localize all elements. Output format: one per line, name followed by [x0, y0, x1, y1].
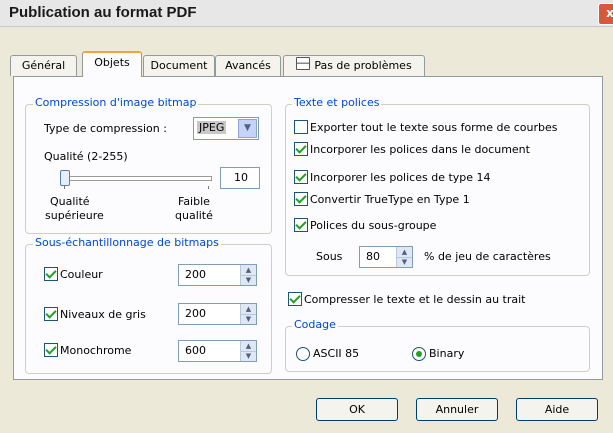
convert-truetype-label: Convertir TrueType en Type 1	[310, 193, 470, 206]
couleur-label: Couleur	[60, 268, 103, 281]
couleur-checkbox[interactable]	[44, 267, 58, 281]
chevron-down-icon[interactable]: ▼	[238, 119, 257, 138]
tab-objets[interactable]: Objets	[82, 51, 142, 77]
tab-avances[interactable]: Avancés	[215, 55, 281, 76]
dialog-window: Publication au format PDF x Général Obje…	[0, 0, 613, 433]
quality-slider-track[interactable]	[62, 176, 212, 181]
ascii85-label: ASCII 85	[313, 347, 360, 360]
tab-pas-de-problemes[interactable]: Pas de problèmes	[283, 55, 425, 76]
compression-type-select[interactable]: JPEG ▼	[193, 117, 259, 140]
tab-document[interactable]: Document	[143, 55, 215, 76]
binary-label: Binary	[429, 347, 465, 360]
slider-right-label: Faible	[178, 195, 210, 208]
cancel-button[interactable]: Annuler	[416, 398, 498, 421]
subset-fonts-checkbox[interactable]	[294, 218, 308, 232]
embed-fonts-label: Incorporer les polices dans le document	[310, 143, 530, 156]
spinner-arrows-icon[interactable]: ▲ ▼	[240, 341, 256, 361]
monochrome-checkbox[interactable]	[44, 343, 58, 357]
subset-fonts-label: Polices du sous-groupe	[310, 219, 437, 232]
convert-truetype-checkbox[interactable]	[294, 192, 308, 206]
ascii85-radio[interactable]	[296, 347, 310, 361]
close-button[interactable]: x	[598, 3, 613, 25]
compress-text-label: Compresser le texte et le dessin au trai…	[304, 293, 526, 306]
subset-suffix-label: % de jeu de caractères	[424, 250, 551, 263]
compression-group-title: Compression d'image bitmap	[33, 96, 199, 109]
niveaux-gris-checkbox[interactable]	[44, 307, 58, 321]
compress-text-checkbox[interactable]	[288, 292, 302, 306]
close-icon: x	[606, 6, 613, 20]
embed-type14-checkbox[interactable]	[294, 170, 308, 184]
resampling-group-title: Sous-échantillonnage de bitmaps	[33, 236, 221, 249]
niveaux-gris-spinner[interactable]: 200 ▲ ▼	[178, 303, 257, 325]
compression-type-label: Type de compression :	[44, 122, 167, 135]
slider-left-label: Qualité	[50, 195, 90, 208]
embed-fonts-checkbox[interactable]	[294, 142, 308, 156]
slider-right-label-2: qualité	[175, 209, 213, 222]
text-fonts-group-title: Texte et polices	[292, 96, 382, 109]
compression-type-value: JPEG	[197, 121, 227, 134]
quality-value-field[interactable]: 10	[220, 167, 260, 189]
monochrome-spinner[interactable]: 600 ▲ ▼	[178, 340, 257, 362]
couleur-spinner[interactable]: 200 ▲ ▼	[178, 264, 257, 286]
niveaux-gris-label: Niveaux de gris	[60, 308, 146, 321]
subset-spinner[interactable]: 80 ▲ ▼	[359, 246, 413, 268]
slider-left-label-2: supérieure	[45, 209, 104, 222]
window-title: Publication au format PDF	[9, 4, 197, 21]
spinner-arrows-icon[interactable]: ▲ ▼	[240, 265, 256, 285]
checklist-icon	[296, 57, 311, 70]
ok-button[interactable]: OK	[316, 398, 398, 421]
binary-radio[interactable]	[412, 347, 426, 361]
slider-tick	[208, 186, 209, 189]
slider-tick	[64, 186, 65, 189]
export-curves-checkbox[interactable]	[294, 120, 308, 134]
tab-general[interactable]: Général	[10, 55, 77, 76]
subset-prefix-label: Sous	[316, 250, 343, 263]
embed-type14-label: Incorporer les polices de type 14	[310, 171, 491, 184]
title-bar: Publication au format PDF x	[0, 0, 613, 27]
monochrome-label: Monochrome	[60, 344, 132, 357]
quality-slider-thumb[interactable]	[60, 170, 70, 186]
spinner-arrows-icon[interactable]: ▲ ▼	[396, 247, 412, 267]
export-curves-label: Exporter tout le texte sous forme de cou…	[310, 121, 558, 134]
quality-label: Qualité (2-255)	[44, 150, 128, 163]
spinner-arrows-icon[interactable]: ▲ ▼	[240, 304, 256, 324]
encoding-group-title: Codage	[292, 318, 338, 331]
help-button[interactable]: Aide	[516, 398, 598, 421]
